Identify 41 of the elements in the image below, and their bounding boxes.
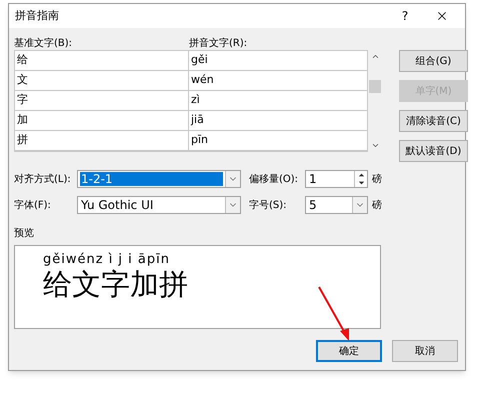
dropdown-field[interactable]: 1 [305, 170, 368, 188]
column-header: 拼音文字(R): [189, 36, 248, 50]
base-text-cell[interactable]: 拼 [15, 131, 189, 150]
ruby-text-cell[interactable]: pīn [189, 131, 367, 150]
side-button[interactable]: 默认读音(D) [399, 140, 468, 162]
unit-label: 磅 [372, 172, 382, 186]
side-button[interactable]: 清除读音(C) [399, 110, 468, 132]
preview-label: 预览 [14, 227, 35, 241]
base-text-cell[interactable]: 文 [15, 71, 189, 90]
chevron-down-icon [370, 141, 380, 150]
side-button[interactable]: 组合(G) [399, 50, 468, 72]
scroll-thumb[interactable] [369, 80, 381, 92]
close-icon [435, 9, 449, 23]
preview-text: 给文字加拼 [43, 267, 188, 301]
field-label: 字号(S): [249, 198, 288, 212]
dropdown-button[interactable] [225, 197, 240, 213]
dropdown-field[interactable]: 5 [305, 196, 368, 214]
ruby-text-cell[interactable]: wén [189, 71, 367, 90]
spin-buttons[interactable] [354, 171, 367, 187]
dropdown-button[interactable] [225, 171, 240, 187]
base-text-cell[interactable]: 加 [15, 111, 189, 130]
help-button[interactable]: ? [391, 6, 419, 26]
field-label: 字体(F): [14, 198, 52, 212]
dropdown-field[interactable]: Yu Gothic UI [77, 196, 241, 214]
dropdown-field[interactable]: 1-2-1 [77, 170, 241, 188]
arrow-annotation [316, 285, 352, 343]
column-header: 基准文字(B): [14, 36, 74, 50]
ruby-preview-text: gěiwénz ì j i āpīn [43, 252, 170, 267]
field-label: 偏移量(O): [249, 172, 300, 186]
dropdown-button[interactable] [352, 197, 367, 213]
base-text-cell[interactable]: 字 [15, 91, 189, 110]
unit-label: 磅 [372, 198, 382, 212]
ruby-text-cell[interactable]: zì [189, 91, 367, 110]
base-text-cell[interactable]: 给 [15, 51, 189, 70]
dialog-button[interactable]: 取消 [392, 340, 458, 362]
chevron-up-icon [370, 52, 380, 61]
window-title: 拼音指南 [15, 8, 59, 24]
ruby-text-cell[interactable]: jiā [189, 111, 367, 130]
dialog-button[interactable]: 确定 [316, 340, 382, 362]
ruby-text-cell[interactable]: gěi [189, 51, 367, 70]
field-label: 对齐方式(L): [14, 172, 72, 186]
